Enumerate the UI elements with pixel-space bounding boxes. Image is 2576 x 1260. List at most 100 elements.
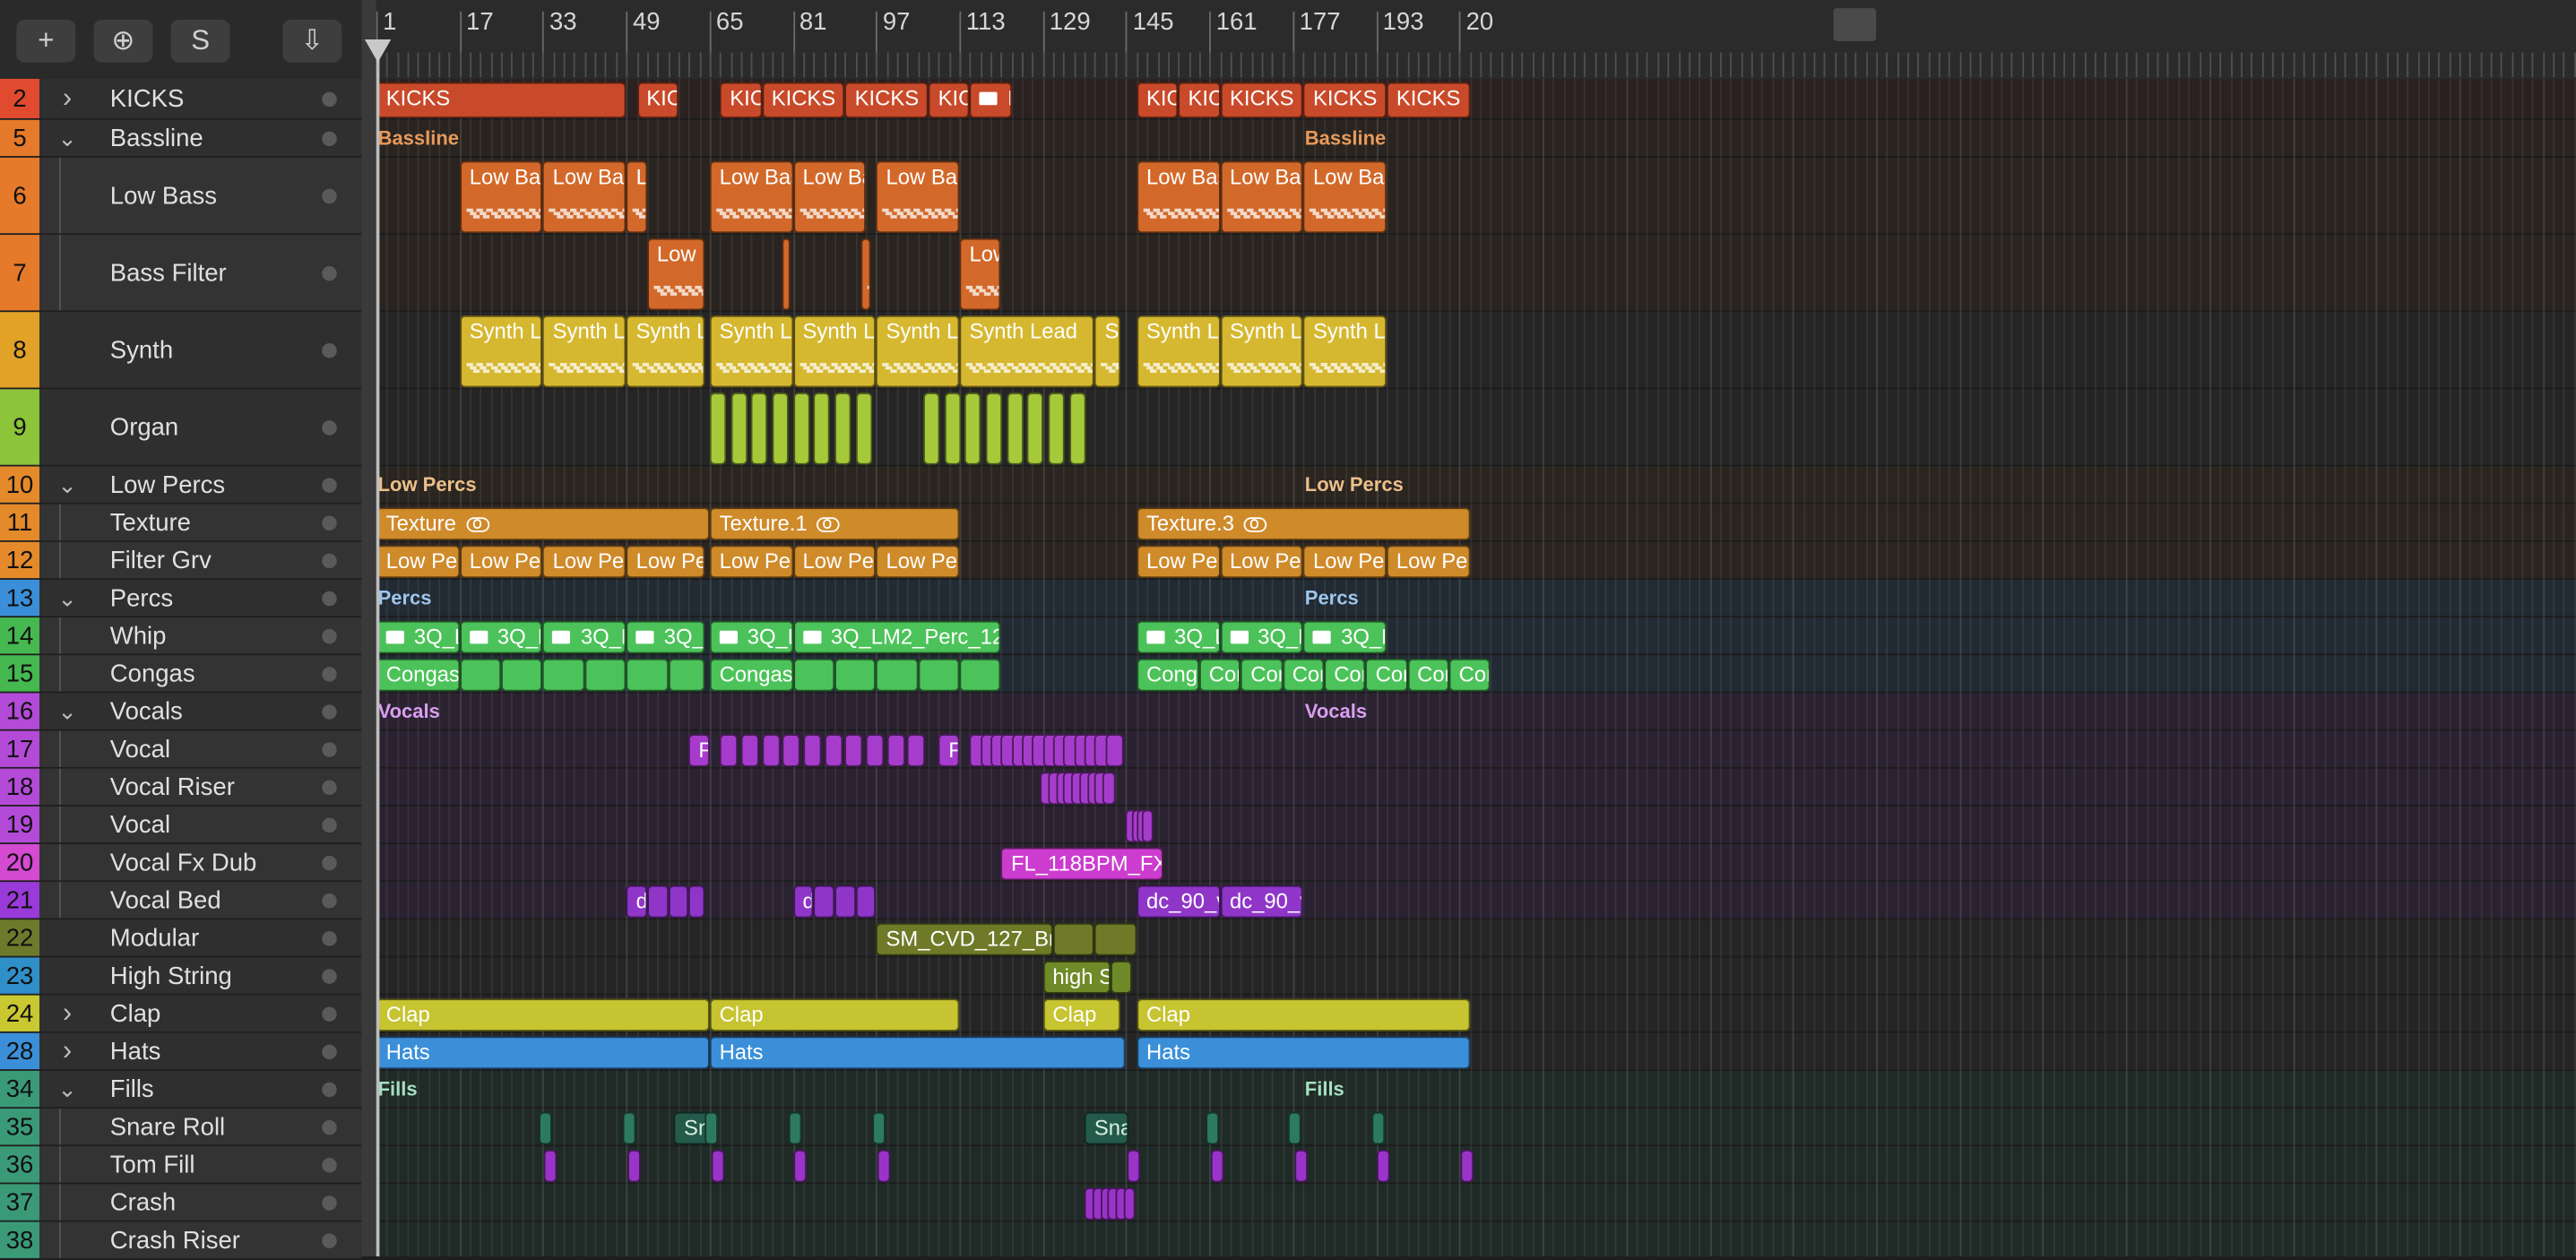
region[interactable]: Congas [1407, 659, 1448, 692]
track-row[interactable]: 17Vocal [0, 731, 361, 769]
playhead[interactable] [376, 39, 380, 1256]
clip[interactable] [1124, 1187, 1136, 1221]
clip[interactable] [872, 1112, 886, 1145]
chevron-down-icon[interactable]: ⌄ [56, 466, 79, 502]
track-lane[interactable] [376, 1146, 2576, 1184]
track-status-dot[interactable] [322, 477, 336, 491]
region[interactable]: Low Perc (+4) [877, 545, 960, 578]
region[interactable]: Lo [627, 161, 647, 234]
region[interactable]: Hats [710, 1036, 1127, 1069]
region[interactable]: Congas [1366, 659, 1407, 692]
track-lane[interactable] [376, 957, 2576, 995]
region[interactable]: KICKS [1387, 82, 1470, 118]
track-row[interactable]: 15Congas [0, 655, 361, 693]
clip[interactable] [751, 393, 767, 465]
track-status-dot[interactable] [322, 780, 336, 794]
track-status-dot[interactable] [322, 91, 336, 106]
region[interactable]: Low Bass [710, 161, 793, 234]
region[interactable]: Low Perc (+4) [460, 545, 543, 578]
track-status-dot[interactable] [322, 419, 336, 434]
clip[interactable] [923, 393, 939, 465]
track-lane[interactable] [376, 882, 2576, 919]
clip[interactable] [1027, 393, 1043, 465]
region[interactable]: Low Bass [793, 161, 866, 234]
track-row[interactable]: 24›Clap [0, 996, 361, 1033]
track-status-dot[interactable] [322, 968, 336, 982]
track-lane[interactable] [376, 617, 2576, 655]
region[interactable]: Low Bass [647, 238, 705, 311]
track-status-dot[interactable] [322, 1195, 336, 1209]
clip[interactable] [539, 1112, 552, 1145]
region[interactable]: Synth Lead [1137, 315, 1220, 388]
clip[interactable] [544, 1150, 558, 1183]
region[interactable]: Synth Lead [460, 315, 543, 388]
region[interactable]: Congas.4 [710, 659, 793, 692]
region[interactable]: Low Perc (+4) [1137, 545, 1220, 578]
region[interactable]: KICKS [1303, 82, 1387, 118]
track-row[interactable]: 12Filter Grv [0, 542, 361, 580]
clip[interactable] [1048, 393, 1064, 465]
region[interactable] [834, 659, 876, 692]
track-row[interactable]: 13⌄Percs [0, 580, 361, 617]
clip[interactable] [1206, 1112, 1219, 1145]
clip[interactable] [1102, 772, 1116, 805]
region[interactable]: Synth Lead [877, 315, 960, 388]
track-lane[interactable] [376, 844, 2576, 882]
track-status-dot[interactable] [322, 188, 336, 203]
chevron-down-icon[interactable]: ⌄ [56, 120, 79, 156]
region[interactable]: Low Bass [1220, 161, 1303, 234]
region[interactable] [1053, 923, 1094, 956]
track-status-dot[interactable] [322, 930, 336, 945]
region[interactable]: dc_90_vox_loop [1137, 885, 1220, 919]
region[interactable]: 3Q_LM2_Perc_12 [793, 621, 1001, 654]
track-row[interactable]: 16⌄Vocals [0, 693, 361, 730]
region[interactable] [460, 659, 501, 692]
region[interactable] [668, 885, 688, 919]
track-status-dot[interactable] [322, 1232, 336, 1247]
track-status-dot[interactable] [322, 1157, 336, 1171]
region[interactable]: KICKS [1220, 82, 1303, 118]
clip[interactable] [1460, 1150, 1474, 1183]
clip[interactable] [730, 393, 747, 465]
track-status-dot[interactable] [322, 893, 336, 907]
chevron-right-icon[interactable]: › [56, 79, 79, 118]
region[interactable]: Clap [1042, 998, 1120, 1031]
region[interactable]: SM_CVD_127_Bm_Modular_BlueHouse [877, 923, 1054, 956]
track-status-dot[interactable] [322, 591, 336, 605]
region[interactable] [501, 659, 542, 692]
clip[interactable] [1142, 810, 1154, 843]
region[interactable]: dc_90_vox_loop [1220, 885, 1303, 919]
track-list-splitter[interactable] [361, 0, 376, 1256]
chevron-down-icon[interactable]: ⌄ [56, 693, 79, 729]
clip[interactable] [866, 734, 884, 767]
clip[interactable] [1105, 734, 1123, 767]
region[interactable]: KICKS [376, 82, 627, 118]
track-lane[interactable] [376, 580, 2576, 617]
track-lane[interactable] [376, 693, 2576, 730]
region[interactable] [543, 659, 584, 692]
clip[interactable] [803, 734, 821, 767]
clip[interactable] [705, 1112, 719, 1145]
region[interactable]: KICKS [720, 82, 761, 118]
track-row[interactable]: 6Low Bass [0, 158, 361, 235]
track-lane[interactable] [376, 769, 2576, 807]
duplicate-track-button[interactable]: ⊕ [93, 20, 152, 63]
clip[interactable] [1377, 1150, 1390, 1183]
clip[interactable] [740, 734, 758, 767]
clip[interactable] [814, 393, 830, 465]
clip[interactable] [793, 393, 809, 465]
clip[interactable] [845, 734, 863, 767]
track-lane[interactable] [376, 235, 2576, 312]
region[interactable]: high String [1042, 961, 1111, 994]
region[interactable]: Low Perc (+4) [627, 545, 705, 578]
track-lane[interactable] [376, 158, 2576, 235]
track-lane[interactable] [376, 1184, 2576, 1221]
cycle-marker[interactable] [1834, 8, 1877, 41]
clip[interactable] [964, 393, 981, 465]
clip[interactable] [762, 734, 780, 767]
clip[interactable] [789, 1112, 802, 1145]
clip[interactable] [720, 734, 738, 767]
track-row[interactable]: 19Vocal [0, 807, 361, 844]
region[interactable]: Low Perc (+4) [710, 545, 793, 578]
arrangement-area[interactable]: KICKSKICKSKICKSKICKSKICKSKICKSKiKICKSKIC… [376, 79, 2576, 1256]
